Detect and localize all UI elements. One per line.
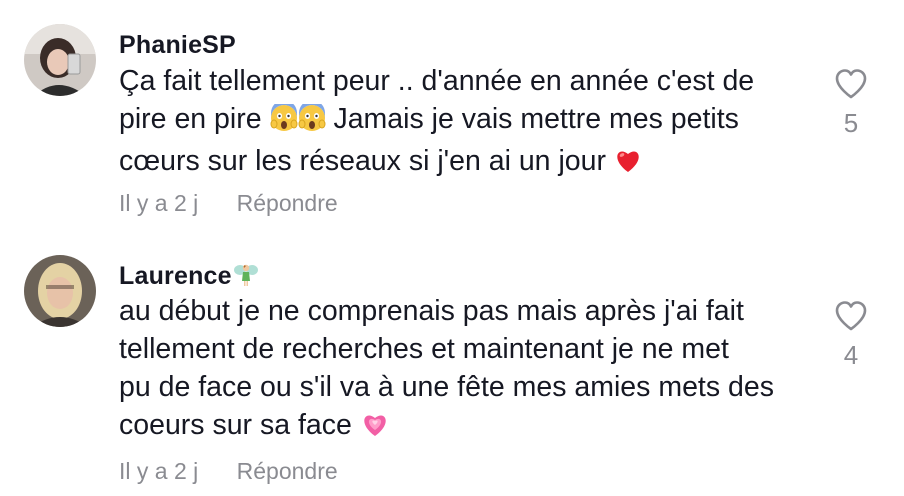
reply-button[interactable]: Répondre xyxy=(237,190,338,216)
comment-line: pu de face ou s'il va à une fête mes ami… xyxy=(119,371,774,403)
comment-username[interactable]: Laurence xyxy=(119,261,259,294)
like-button[interactable]: 4 xyxy=(832,300,870,371)
face-screaming-in-fear-icon xyxy=(270,100,298,142)
comment-line: au début je ne comprenais pas mais après… xyxy=(119,295,744,327)
heart-outline-icon[interactable] xyxy=(832,300,870,332)
comment-line: coeurs sur sa face xyxy=(119,406,819,448)
fairy-icon xyxy=(233,261,259,294)
comment-line: pire en pire Jamais je vais mettre mes p… xyxy=(119,100,819,142)
comment-text: Ça fait tellement peur .. d'année en ann… xyxy=(119,62,819,184)
reply-button[interactable]: Répondre xyxy=(237,458,338,484)
avatar[interactable] xyxy=(24,255,96,327)
comment-meta: Il y a 2 j Répondre xyxy=(119,190,338,217)
red-heart-icon xyxy=(614,146,642,184)
like-count: 5 xyxy=(843,108,859,138)
comment-text: au début je ne comprenais pas mais après… xyxy=(119,292,819,448)
comment-timestamp: Il y a 2 j xyxy=(119,458,199,484)
comment-line: cœurs sur les réseaux si j'en ai un jour xyxy=(119,142,819,184)
heart-outline-icon[interactable] xyxy=(832,68,870,100)
like-button[interactable]: 5 xyxy=(832,68,870,139)
comment-meta: Il y a 2 j Répondre xyxy=(119,458,338,485)
face-screaming-in-fear-icon xyxy=(298,100,326,142)
comment-line: Ça fait tellement peur .. d'année en ann… xyxy=(119,65,755,97)
avatar[interactable] xyxy=(24,24,96,96)
comment-timestamp: Il y a 2 j xyxy=(119,190,199,216)
comment-line: tellement de recherches et maintenant je… xyxy=(119,333,729,365)
comment-username[interactable]: PhanieSP xyxy=(119,31,236,60)
like-count: 4 xyxy=(843,340,859,370)
growing-heart-icon xyxy=(360,410,390,448)
